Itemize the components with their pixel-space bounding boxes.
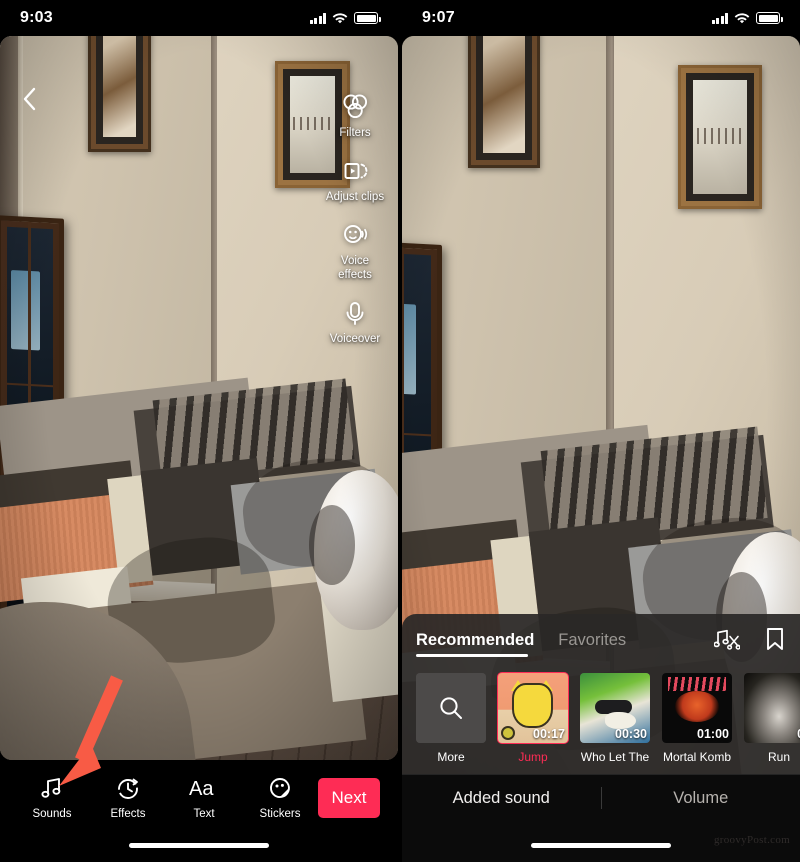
sound-duration: 00:17	[533, 727, 565, 741]
cellular-bars-icon	[309, 12, 326, 24]
cellular-bars-icon	[711, 12, 728, 24]
tool-label: Effects	[110, 808, 146, 820]
microphone-icon	[346, 302, 364, 325]
rail-item-label: Voiceover	[329, 333, 381, 345]
rail-item-label-line2: effects	[338, 269, 372, 281]
ottoman	[308, 470, 398, 630]
left-phone-screenshot: 9:03 Filters Adjust clips Voice effects …	[0, 0, 398, 862]
adjust-clips-icon	[344, 163, 368, 179]
sound-bottom-tabs: Added sound Volume groovyPost.com	[402, 774, 800, 862]
tool-label: Text	[193, 808, 215, 820]
tool-effects[interactable]: Effects	[90, 774, 166, 820]
sound-card-label: Who Let The	[580, 750, 650, 764]
editor-side-rail: Filters Adjust clips Voice effects Voice…	[320, 92, 390, 346]
status-bar-left: 9:03	[0, 0, 398, 36]
tool-sounds[interactable]: Sounds	[14, 774, 90, 820]
rail-item-adjust-clips[interactable]: Adjust clips	[326, 156, 384, 204]
trim-sound-icon[interactable]	[713, 627, 741, 656]
sound-duration: 01:00	[697, 727, 729, 741]
sound-duration: 00:30	[615, 727, 647, 741]
tool-label: Stickers	[259, 808, 301, 820]
status-time: 9:07	[422, 9, 455, 26]
home-indicator	[531, 843, 671, 848]
framed-picture	[677, 64, 763, 210]
sound-thumbnail: 00	[744, 673, 800, 743]
rail-item-filters[interactable]: Filters	[339, 92, 371, 140]
status-time: 9:03	[20, 9, 53, 26]
sound-card-run[interactable]: 00 Run	[744, 673, 800, 764]
status-indicators	[711, 12, 783, 24]
battery-icon	[756, 12, 783, 24]
rail-item-voice-effects[interactable]: Voice effects	[338, 220, 372, 282]
text-aa-icon: Aa	[189, 778, 214, 800]
home-indicator	[129, 843, 269, 848]
sound-card-label: Mortal Komb	[662, 750, 732, 764]
sound-card-mortal-kombat[interactable]: 01:00 Mortal Komb	[662, 673, 732, 764]
framed-picture	[87, 36, 152, 152]
sound-thumbnail: 01:00	[662, 673, 732, 743]
rail-item-label: Adjust clips	[325, 191, 385, 203]
wifi-icon	[332, 12, 348, 24]
tab-volume[interactable]: Volume	[602, 789, 800, 808]
sound-panel-actions	[713, 626, 786, 663]
bookmark-icon[interactable]	[764, 626, 786, 657]
sound-card-list[interactable]: More 00:17 Jump 00:30 Who Let The 01:00 …	[402, 663, 800, 764]
filters-circles-icon	[343, 94, 368, 119]
tab-recommended[interactable]: Recommended	[416, 631, 534, 658]
rail-item-label-line1: Voice	[340, 255, 370, 267]
watermark: groovyPost.com	[713, 834, 790, 846]
rail-item-voiceover[interactable]: Voiceover	[329, 298, 381, 346]
next-button[interactable]: Next	[318, 778, 380, 818]
sound-thumbnail: 00:30	[580, 673, 650, 743]
wifi-icon	[734, 12, 750, 24]
sound-card-jump[interactable]: 00:17 Jump	[497, 672, 569, 764]
music-note-icon	[41, 778, 61, 798]
sound-card-who-let-the[interactable]: 00:30 Who Let The	[580, 673, 650, 764]
sticker-smiley-icon	[269, 778, 290, 798]
sound-card-label: Run	[767, 750, 790, 764]
svg-text:Aa: Aa	[189, 778, 214, 800]
tool-label: Sounds	[32, 808, 72, 820]
status-bar-right: 9:07	[402, 0, 800, 36]
tool-stickers[interactable]: Stickers	[242, 774, 318, 820]
sound-card-label: More	[437, 750, 465, 764]
voice-effects-icon	[344, 225, 368, 243]
sound-card-more[interactable]: More	[416, 673, 486, 764]
effects-clock-icon	[118, 778, 138, 799]
tab-added-sound[interactable]: Added sound	[402, 789, 601, 808]
sound-panel-header: Recommended Favorites	[402, 614, 800, 663]
sound-thumbnail: 00:17	[497, 672, 569, 744]
search-icon	[416, 673, 486, 743]
tool-text[interactable]: Aa Text	[166, 774, 242, 820]
sound-selection-panel: Recommended Favorites More 00:17 Jump 00…	[402, 614, 800, 774]
framed-picture	[468, 36, 540, 169]
run-cover	[744, 673, 800, 743]
sound-thumbnail	[416, 673, 486, 743]
rail-item-label: Filters	[339, 127, 371, 139]
back-chevron-icon	[23, 87, 36, 111]
status-indicators	[309, 12, 381, 24]
battery-icon	[354, 12, 381, 24]
back-button[interactable]	[12, 82, 46, 116]
tool-list: Sounds Effects Aa Text Stickers	[14, 774, 318, 820]
screenshot-canvas: 9:03 Filters Adjust clips Voice effects …	[0, 0, 800, 862]
sound-card-label: Jump	[518, 750, 548, 764]
video-preview-left[interactable]: Filters Adjust clips Voice effects Voice…	[0, 36, 398, 760]
tab-favorites[interactable]: Favorites	[558, 631, 626, 658]
right-phone-screenshot: 9:07 Recommended Favorites More 00:17 Ju…	[402, 0, 800, 862]
